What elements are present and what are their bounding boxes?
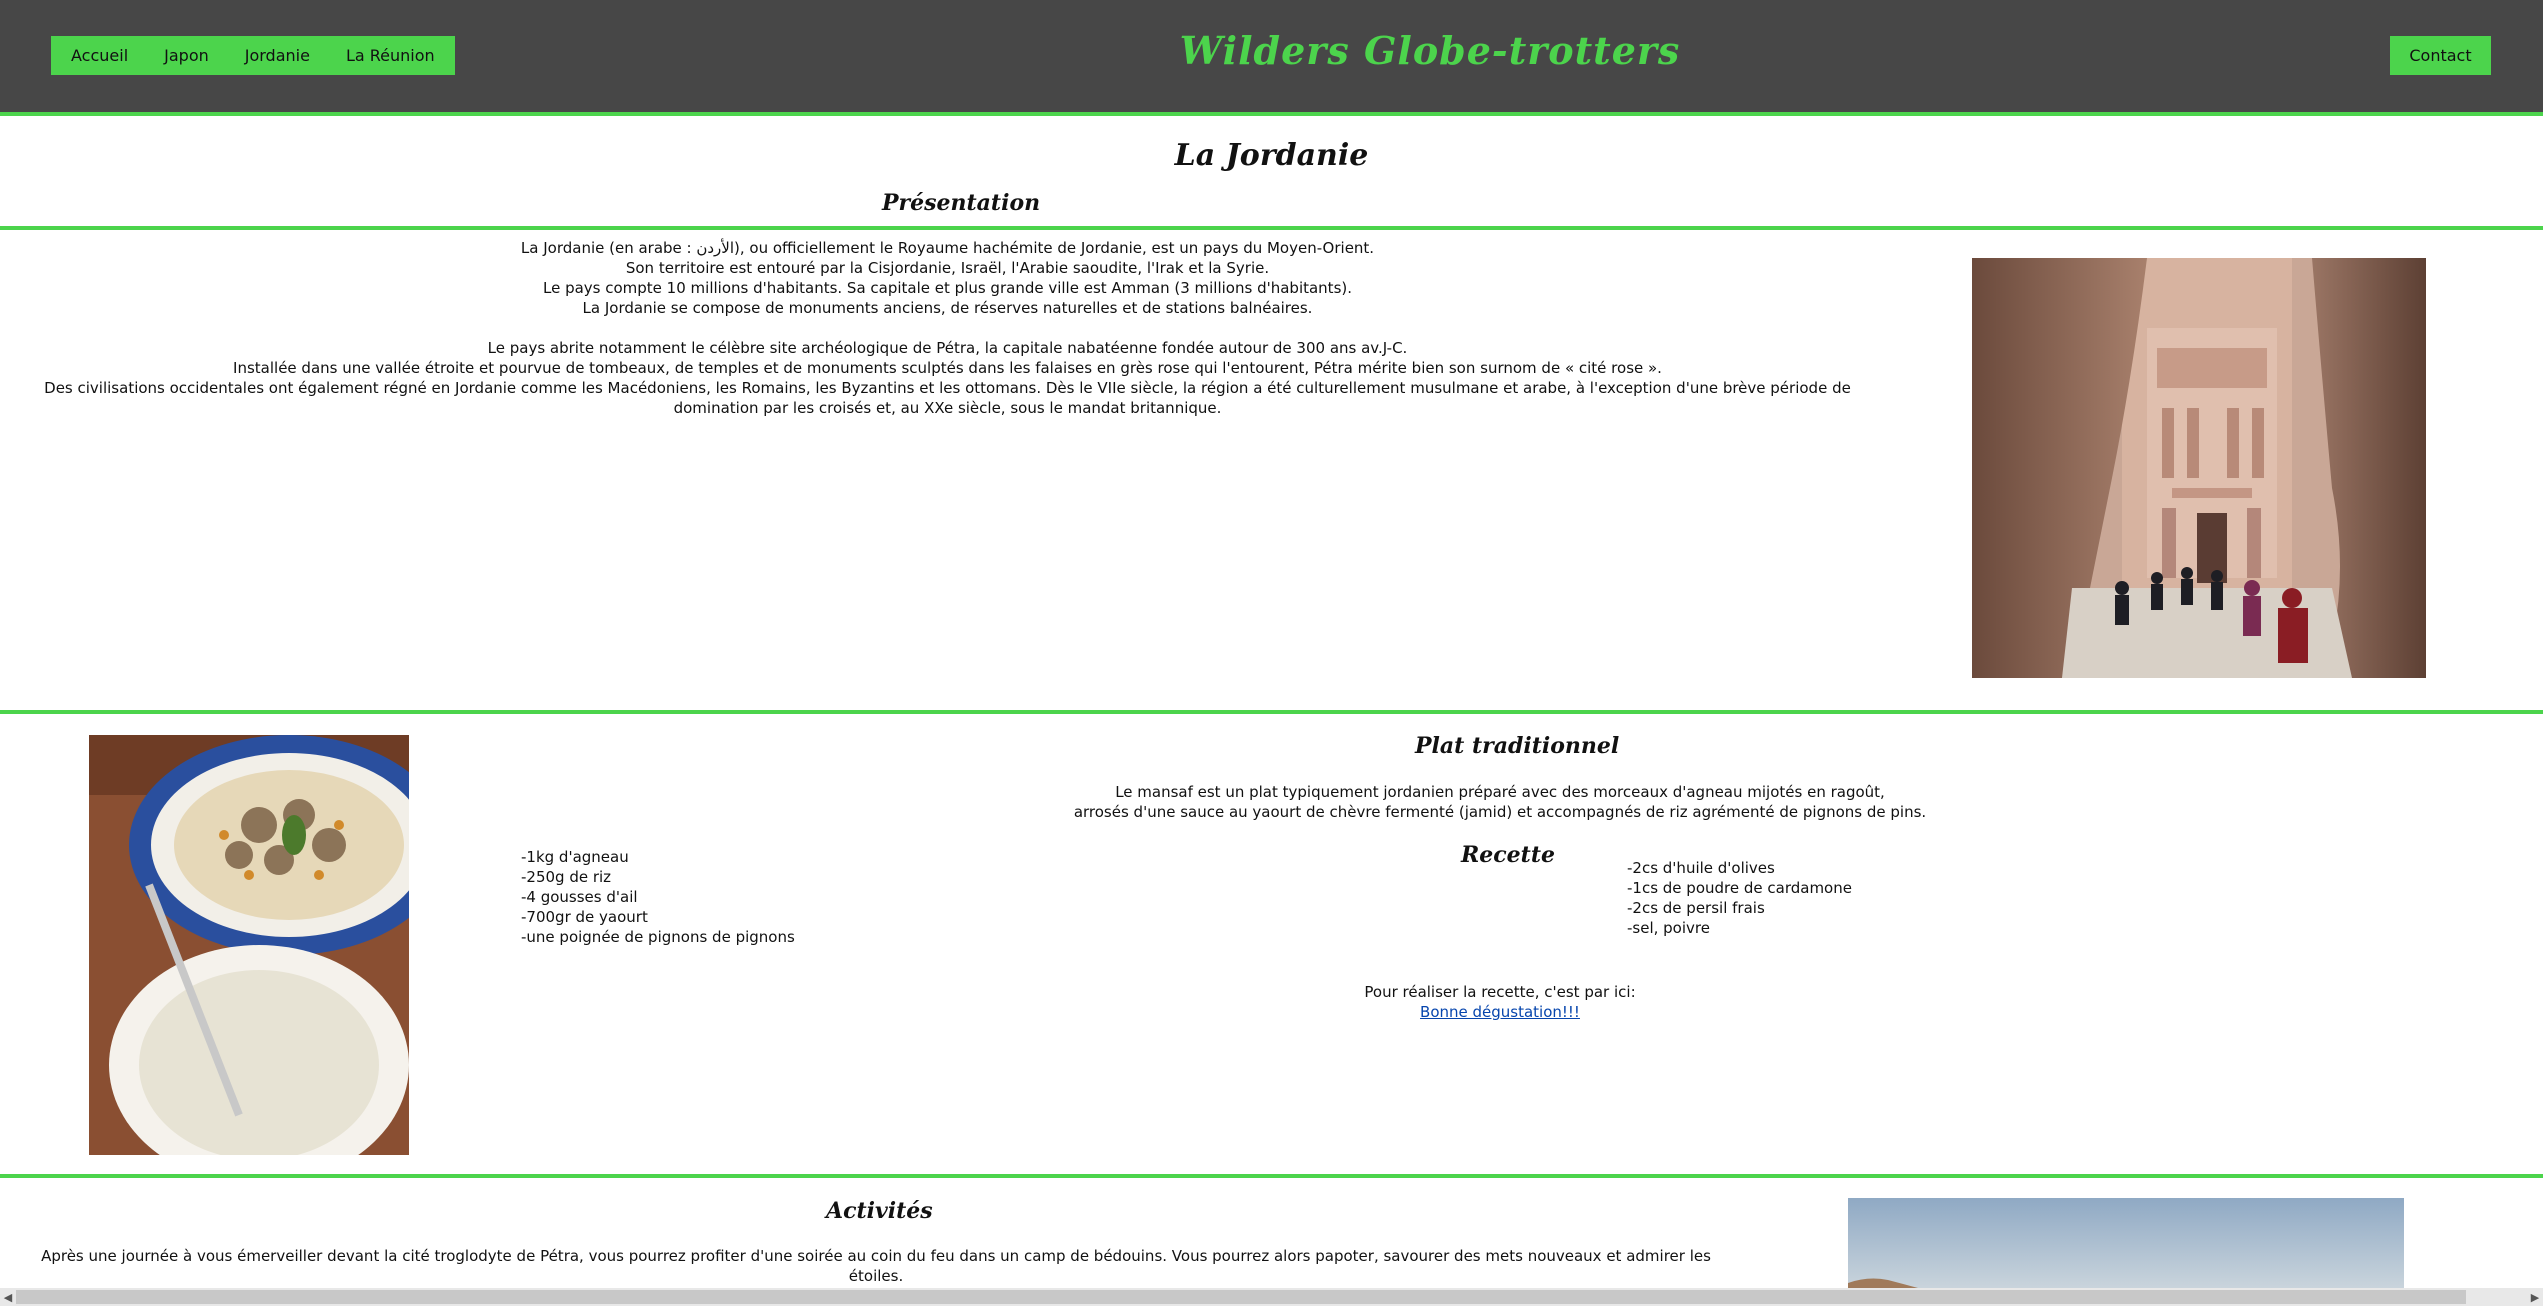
ingredient-item: -4 gousses d'ail <box>521 888 638 906</box>
page-title: La Jordanie <box>1174 138 1369 173</box>
ingredient-item: -1cs de poudre de cardamone <box>1627 879 1852 897</box>
scroll-right-icon[interactable]: ▶ <box>2527 1288 2543 1306</box>
site-header: Accueil Japon Jordanie La Réunion Wilder… <box>0 0 2543 116</box>
divider <box>0 1174 2543 1178</box>
petra-photo <box>1972 258 2426 678</box>
scroll-thumb[interactable] <box>16 1290 2466 1304</box>
desert-photo <box>1848 1198 2404 1288</box>
ingredient-item: -2cs d'huile d'olives <box>1627 859 1775 877</box>
recipe-heading: Recette <box>1461 842 1555 868</box>
activities-heading: Activités <box>826 1198 933 1224</box>
mansaf-photo <box>89 735 409 1155</box>
activities-text: Après une journée à vous émerveiller dev… <box>20 1246 1732 1286</box>
recipe-prompt: Pour réaliser la recette, c'est par ici: <box>1364 983 1636 1001</box>
presentation-text: La Jordanie (en arabe : الأردن), ou offi… <box>30 238 1865 418</box>
dish-description: Le mansaf est un plat typiquement jordan… <box>1000 782 2000 822</box>
presentation-line: Son territoire est entouré par la Cisjor… <box>625 259 1270 277</box>
dish-line: Le mansaf est un plat typiquement jordan… <box>1115 783 1885 801</box>
horizontal-scrollbar[interactable]: ◀ ▶ <box>0 1288 2543 1306</box>
ingredient-item: -700gr de yaourt <box>521 908 648 926</box>
ingredients-left: -1kg d'agneau -250g de riz -4 gousses d'… <box>521 847 795 947</box>
ingredient-item: -2cs de persil frais <box>1627 899 1765 917</box>
ingredient-item: -250g de riz <box>521 868 612 886</box>
ingredient-item: -une poignée de pignons de pignons <box>521 928 795 946</box>
dish-heading: Plat traditionnel <box>1415 733 1620 759</box>
ingredient-item: -1kg d'agneau <box>521 848 629 866</box>
activities-line: Après une journée à vous émerveiller dev… <box>41 1247 1711 1285</box>
recipe-link-block: Pour réaliser la recette, c'est par ici:… <box>1300 982 1700 1022</box>
ingredients-right: -2cs d'huile d'olives -1cs de poudre de … <box>1627 858 1852 938</box>
presentation-line: Le pays abrite notamment le célèbre site… <box>487 339 1408 357</box>
presentation-line: Le pays compte 10 millions d'habitants. … <box>542 279 1353 297</box>
recipe-link[interactable]: Bonne dégustation!!! <box>1420 1003 1580 1021</box>
presentation-line: Installée dans une vallée étroite et pou… <box>233 359 1662 377</box>
presentation-heading: Présentation <box>882 190 1041 216</box>
scroll-left-icon[interactable]: ◀ <box>0 1288 16 1306</box>
presentation-line: La Jordanie se compose de monuments anci… <box>582 299 1313 317</box>
presentation-line: La Jordanie (en arabe : الأردن), ou offi… <box>520 239 1375 257</box>
site-title: Wilders Globe-trotters <box>1179 28 1681 73</box>
divider <box>0 710 2543 714</box>
divider <box>0 226 2543 230</box>
contact-button[interactable]: Contact <box>2390 36 2491 75</box>
presentation-line: Des civilisations occidentales ont égale… <box>44 379 1851 417</box>
dish-line: arrosés d'une sauce au yaourt de chèvre … <box>1073 803 1927 821</box>
ingredient-item: -sel, poivre <box>1627 919 1710 937</box>
